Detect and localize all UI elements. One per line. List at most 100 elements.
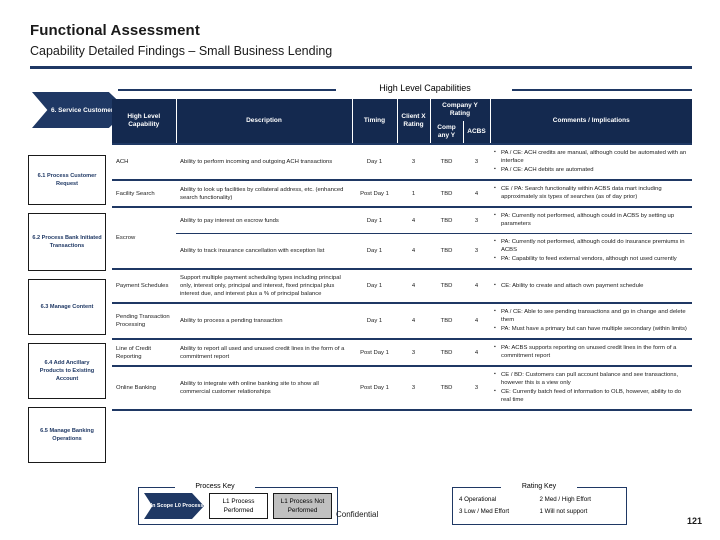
sidebar-item-6-5[interactable]: 6.5 Manage Banking Operations [28,407,106,463]
col-company-rating-group: Company Y Rating [429,99,491,121]
table-row[interactable]: ACH Ability to perform incoming and outg… [112,143,692,180]
sidebar-item-6-2[interactable]: 6.2 Process Bank Initiated Transactions [28,213,106,271]
cell-client-rating: 4 [397,268,430,303]
table-row[interactable]: Payment Schedules Support multiple payme… [112,268,692,303]
cell-client-rating: 4 [397,302,430,339]
rating-key-items: 4 Operational 2 Med / High Effort 3 Low … [459,495,620,519]
cell-company-y: TBD [430,143,463,180]
cell-capability: Payment Schedules [112,268,176,303]
col-description: Description [175,99,353,144]
col-client-rating: Client X Rating [396,99,431,144]
banner: High Level Capabilities [118,81,692,97]
col-company-y: Comp any Y [429,121,464,144]
cell-capability: Pending Transaction Processing [112,302,176,339]
cell-client-rating: 4 [397,206,430,234]
comment-list: PA: ACBS supports reporting on unused cr… [494,343,688,360]
legend-in-scope-chevron: In Scope L0 Process [144,493,204,519]
slide-canvas: Functional Assessment Capability Detaile… [0,0,720,540]
cell-description: Ability to track insurance cancellation … [176,233,352,269]
col-timing: Timing [351,99,398,144]
cell-capability: Escrow [112,206,176,269]
sidebar-item-6-3[interactable]: 6.3 Manage Content [28,279,106,335]
table-header-row-1: High Level Capability Description Timing… [112,99,692,144]
comment-item: CE: Ability to create and attach own pay… [494,281,688,290]
rating-key-item: 3 Low / Med Effort [459,508,510,515]
cell-comments: CE / PA: Search functionality within ACB… [490,179,692,207]
comment-list: CE / PA: Search functionality within ACB… [494,184,688,201]
rating-key-item: 4 Operational [459,496,497,503]
cell-client-rating: 3 [397,143,430,180]
cell-timing: Day 1 [352,302,397,339]
cell-company-y: TBD [430,365,463,411]
rating-key-legend: Rating Key 4 Operational 2 Med / High Ef… [452,481,627,525]
cell-timing: Day 1 [352,268,397,303]
cell-client-rating: 3 [397,338,430,366]
cell-acbs: 3 [463,143,490,180]
comment-list: PA / CE: Able to see pending transaction… [494,307,688,333]
table-row[interactable]: Ability to track insurance cancellation … [112,233,692,269]
cell-capability: ACH [112,143,176,180]
cell-client-rating: 3 [397,365,430,411]
cell-description: Ability to report all used and unused cr… [176,338,352,366]
banner-label: High Level Capabilities [340,81,510,95]
cell-description: Ability to look up facilities by collate… [176,179,352,207]
comment-item: PA: ACBS supports reporting on unused cr… [494,343,688,360]
rating-key-item: 1 Will not support [539,508,588,515]
process-key-items: In Scope L0 Process L1 Process Performed… [144,493,332,519]
table-row[interactable]: Pending Transaction Processing Ability t… [112,302,692,339]
findings-table: High Level Capability Description Timing… [112,99,692,411]
cell-description: Ability to integrate with online banking… [176,365,352,411]
cell-acbs: 3 [463,365,490,411]
cell-comments: PA / CE: ACH credits are manual, althoug… [490,143,692,180]
cell-comments: CE / BD: Customers can pull account bala… [490,365,692,411]
sidebar: 6.1 Process Customer Request 6.2 Process… [28,155,106,471]
cell-description: Support multiple payment scheduling type… [176,268,352,303]
title-divider [30,66,692,69]
comment-item: PA: Must have a primary but can have mul… [494,324,688,333]
comment-list: PA: Currently not performed, although co… [494,211,688,228]
comment-item: CE / BD: Customers can pull account bala… [494,370,688,387]
comment-item: CE / PA: Search functionality within ACB… [494,184,688,201]
page-number: 121 [686,516,702,526]
table-row[interactable]: Facility Search Ability to look up facil… [112,179,692,207]
col-comments: Comments / Implications [489,99,692,144]
col-acbs: ACBS [462,121,491,144]
table-row[interactable]: Escrow Ability to pay interest on escrow… [112,206,692,269]
comment-list: CE: Ability to create and attach own pay… [494,281,688,290]
title-block: Functional Assessment Capability Detaile… [30,22,690,59]
cell-company-y: TBD [430,233,463,269]
rating-key-label: Rating Key [501,481,577,492]
sidebar-item-6-4[interactable]: 6.4 Add Ancillary Products to Existing A… [28,343,106,399]
process-key-label: Process Key [175,481,255,492]
table-row[interactable]: Online Banking Ability to integrate with… [112,365,692,411]
legend-l1-not-performed: L1 Process Not Performed [273,493,332,519]
page-subtitle: Capability Detailed Findings – Small Bus… [30,44,333,58]
cell-description: Ability to process a pending transaction [176,302,352,339]
cell-timing: Day 1 [352,233,397,269]
cell-company-y: TBD [430,302,463,339]
cell-timing: Post Day 1 [352,179,397,207]
cell-client-rating: 4 [397,233,430,269]
comment-item: PA / CE: ACH credits are manual, althoug… [494,148,688,165]
cell-capability: Online Banking [112,365,176,411]
table-row[interactable]: Line of Credit Reporting Ability to repo… [112,338,692,366]
comment-item: PA: Currently not performed, although co… [494,211,688,228]
comment-list: CE / BD: Customers can pull account bala… [494,370,688,404]
comment-item: CE: Currently batch feed of information … [494,387,688,404]
cell-capability: Line of Credit Reporting [112,338,176,366]
cell-company-y: TBD [430,268,463,303]
banner-line-right [512,89,692,91]
cell-timing: Day 1 [352,143,397,180]
cell-acbs: 4 [463,179,490,207]
cell-acbs: 4 [463,302,490,339]
process-key-legend: Process Key In Scope L0 Process L1 Proce… [138,481,338,525]
cell-comments: PA / CE: Able to see pending transaction… [490,302,692,339]
col-capability: High Level Capability [112,99,177,144]
cell-comments: PA: Currently not performed, although co… [490,233,692,269]
cell-timing: Day 1 [352,206,397,234]
comment-list: PA / CE: ACH credits are manual, althoug… [494,148,688,174]
confidential-label: Confidential [336,510,379,519]
comment-list: PA: Currently not performed, although co… [494,237,688,263]
sidebar-item-6-1[interactable]: 6.1 Process Customer Request [28,155,106,205]
cell-acbs: 3 [463,206,490,234]
